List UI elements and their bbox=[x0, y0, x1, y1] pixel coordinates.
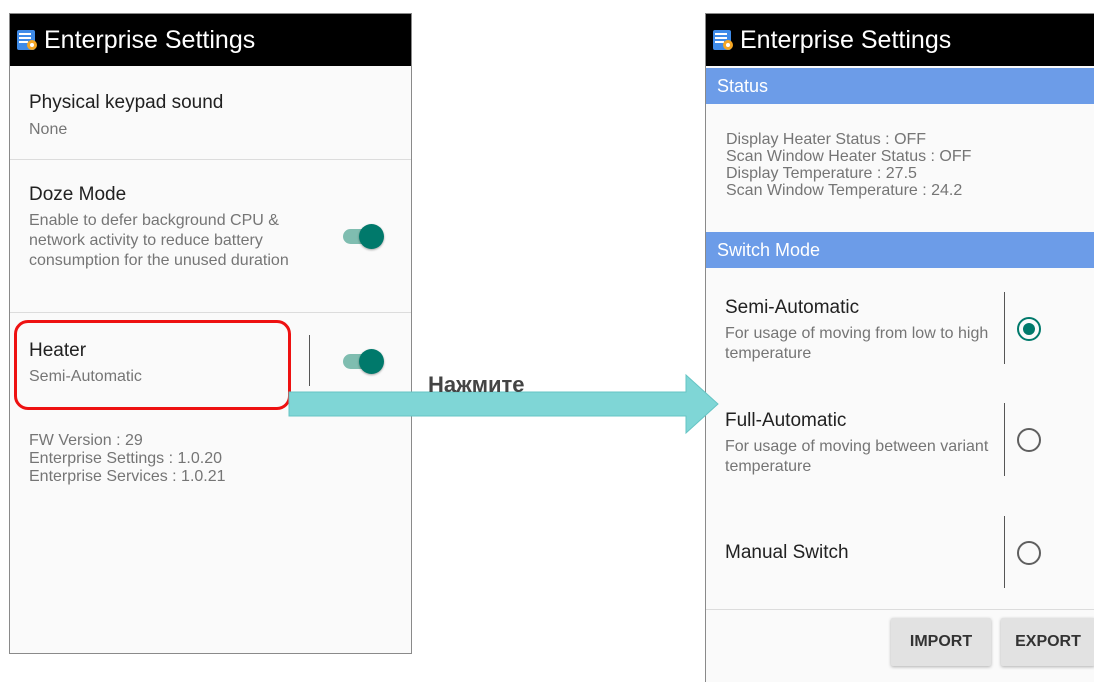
vertical-separator bbox=[1004, 516, 1005, 588]
doze-mode-title: Doze Mode bbox=[29, 184, 127, 205]
pref-doze-mode[interactable]: Doze Mode Enable to defer background CPU… bbox=[10, 160, 411, 312]
enterprise-settings-app-icon bbox=[712, 29, 734, 51]
display-heater-status: Display Heater Status : OFF bbox=[726, 131, 927, 148]
option-semi-automatic[interactable]: Semi-Automatic For usage of moving from … bbox=[706, 284, 1094, 374]
pref-keypad-sound[interactable]: Physical keypad sound None bbox=[10, 66, 411, 159]
full-automatic-summary: For usage of moving between variant temp… bbox=[725, 438, 989, 475]
version-info: FW Version : 29 Enterprise Settings : 1.… bbox=[29, 433, 389, 493]
scan-window-heater-status: Scan Window Heater Status : OFF bbox=[726, 148, 972, 165]
display-temperature: Display Temperature : 27.5 bbox=[726, 165, 917, 182]
keypad-sound-title: Physical keypad sound bbox=[29, 92, 224, 113]
vertical-separator bbox=[1004, 403, 1005, 476]
app-title: Enterprise Settings bbox=[740, 25, 952, 54]
semi-automatic-summary: For usage of moving from low to high tem… bbox=[725, 325, 989, 362]
app-bar: Enterprise Settings bbox=[706, 14, 1094, 66]
doze-mode-summary: Enable to defer background CPU & network… bbox=[29, 212, 289, 269]
full-automatic-title: Full-Automatic bbox=[725, 410, 847, 431]
import-button[interactable]: IMPORT bbox=[891, 618, 991, 666]
enterprise-settings-version: Enterprise Settings : 1.0.20 bbox=[29, 450, 222, 467]
semi-automatic-title: Semi-Automatic bbox=[725, 297, 860, 318]
option-full-automatic[interactable]: Full-Automatic For usage of moving betwe… bbox=[706, 398, 1094, 488]
divider bbox=[706, 609, 1094, 610]
doze-mode-toggle[interactable] bbox=[341, 222, 387, 250]
vertical-separator bbox=[1004, 292, 1005, 364]
option-manual-switch[interactable]: Manual Switch bbox=[706, 510, 1094, 600]
fw-version: FW Version : 29 bbox=[29, 432, 143, 449]
status-lines: Display Heater Status : OFF Scan Window … bbox=[726, 132, 1086, 208]
full-automatic-radio[interactable] bbox=[1017, 428, 1041, 452]
radio-dot bbox=[1023, 323, 1035, 335]
heater-highlight-box bbox=[14, 320, 291, 410]
keypad-sound-summary: None bbox=[29, 121, 68, 138]
callout-label: Нажмите bbox=[428, 372, 525, 397]
switch-mode-section-header: Switch Mode bbox=[706, 232, 1094, 268]
toggle-thumb bbox=[359, 349, 384, 374]
app-bar: Enterprise Settings bbox=[10, 14, 411, 66]
semi-automatic-radio[interactable] bbox=[1017, 317, 1041, 341]
enterprise-services-version: Enterprise Services : 1.0.21 bbox=[29, 468, 226, 485]
manual-switch-radio[interactable] bbox=[1017, 541, 1041, 565]
scan-window-temperature: Scan Window Temperature : 24.2 bbox=[726, 182, 963, 199]
app-title: Enterprise Settings bbox=[44, 25, 256, 54]
enterprise-settings-app-icon bbox=[16, 29, 38, 51]
export-button[interactable]: EXPORT bbox=[1001, 618, 1094, 666]
heater-toggle[interactable] bbox=[341, 347, 387, 375]
toggle-thumb bbox=[359, 224, 384, 249]
manual-switch-title: Manual Switch bbox=[725, 542, 849, 563]
vertical-separator bbox=[309, 335, 310, 386]
right-screen: Enterprise Settings Status Display Heate… bbox=[705, 13, 1094, 682]
status-section-header: Status bbox=[706, 68, 1094, 104]
